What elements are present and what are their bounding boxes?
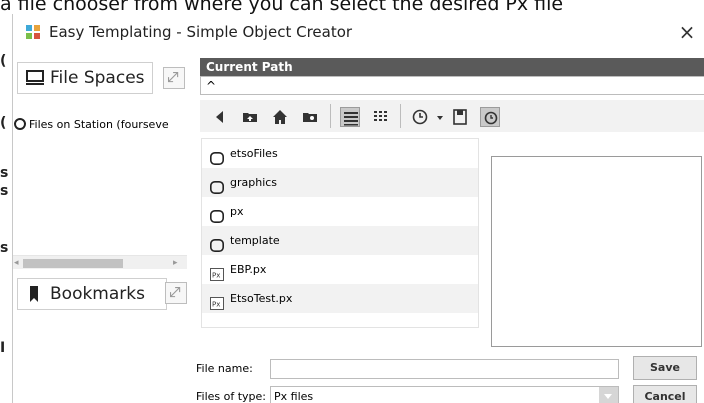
new-folder-icon[interactable] [300,107,320,127]
background-letter: ( [0,115,7,131]
horizontal-scrollbar[interactable]: ◂ ▸ [13,255,187,269]
background-letter: s [0,183,9,199]
chooser-toolbar [200,100,704,132]
file-name: EBP.px [230,263,267,276]
details-view-icon[interactable] [370,107,390,127]
folder-icon [210,205,224,223]
folder-up-icon[interactable] [240,107,260,127]
tab-bookmarks[interactable]: Bookmarks [17,278,167,310]
current-path-field[interactable]: ^ [200,76,704,95]
list-item[interactable]: template [202,226,478,255]
home-icon[interactable] [270,107,290,127]
title-bar: Easy Templating - Simple Object Creator … [13,14,704,50]
current-path-header: Current Path [200,58,704,76]
files-of-type-label: Files of type: [196,390,267,403]
file-name: EtsoTest.px [230,292,293,305]
list-item[interactable]: Px EBP.px [202,255,478,284]
window-title: Easy Templating - Simple Object Creator [49,23,353,41]
cancel-button[interactable]: Cancel [633,385,697,403]
background-caption: a file chooser from where you can select… [0,0,564,15]
list-item[interactable]: Px EtsoTest.px [202,284,478,313]
file-spaces-label: File Spaces [50,68,145,88]
scrollbar-thumb[interactable] [23,259,123,268]
station-icon [14,118,26,130]
svg-text:Px: Px [212,301,220,309]
expand-icon [168,72,179,83]
files-of-type-value: Px files [274,390,314,403]
chevron-down-icon[interactable] [599,387,618,403]
toolbar-separator [400,104,401,128]
list-item[interactable]: px [202,197,478,226]
bookmark-icon [26,286,44,302]
file-name: template [230,234,280,247]
file-name: etsoFiles [230,147,278,160]
refresh-icon[interactable] [480,107,500,127]
folder-icon [210,176,224,194]
toolbar-separator [330,104,331,128]
file-list: etsoFiles graphics px template Px EBP.px… [201,138,479,328]
list-item[interactable]: graphics [202,168,478,197]
tree-item-label: Files on Station (fourseve [29,118,169,131]
svg-text:Px: Px [212,272,220,280]
monitor-icon [26,70,44,86]
scroll-right-icon[interactable]: ▸ [173,257,178,268]
tree-item-station-files[interactable]: Files on Station (fourseve [13,118,189,136]
background-letter: ( [0,53,7,69]
scroll-left-icon[interactable]: ◂ [14,257,19,268]
close-button[interactable]: × [673,20,701,44]
folder-icon [210,147,224,165]
px-file-icon: Px [210,292,224,310]
background-letter: s [0,165,9,181]
bookmarks-label: Bookmarks [50,284,145,304]
file-name: graphics [230,176,278,189]
folder-icon [210,234,224,252]
file-name: px [230,205,244,218]
history-icon[interactable] [410,107,430,127]
file-name-label: File name: [196,362,253,375]
bookmark-add-icon[interactable] [450,107,470,127]
background-letter: I [0,340,6,356]
files-of-type-select[interactable]: Px files [270,386,619,403]
file-name-field[interactable] [270,359,619,379]
background-letter: s [0,240,9,256]
back-icon[interactable] [210,107,230,127]
file-chooser: Current Path ^ etsoFiles graphics px tem… [193,58,704,403]
expand-icon [170,287,181,298]
app-icon [25,24,41,40]
history-dropdown-icon[interactable] [430,107,443,127]
px-file-icon: Px [210,263,224,281]
file-spaces-expand-button[interactable] [163,67,185,89]
list-item[interactable]: etsoFiles [202,139,478,168]
save-button[interactable]: Save [633,356,697,380]
object-creator-dialog: Easy Templating - Simple Object Creator … [12,14,704,403]
tab-file-spaces[interactable]: File Spaces [17,62,153,94]
bookmarks-expand-button[interactable] [165,282,187,304]
list-view-icon[interactable] [340,107,360,127]
side-panel: File Spaces Files on Station (fourseve ◂… [13,58,189,403]
file-preview-pane [491,156,702,347]
